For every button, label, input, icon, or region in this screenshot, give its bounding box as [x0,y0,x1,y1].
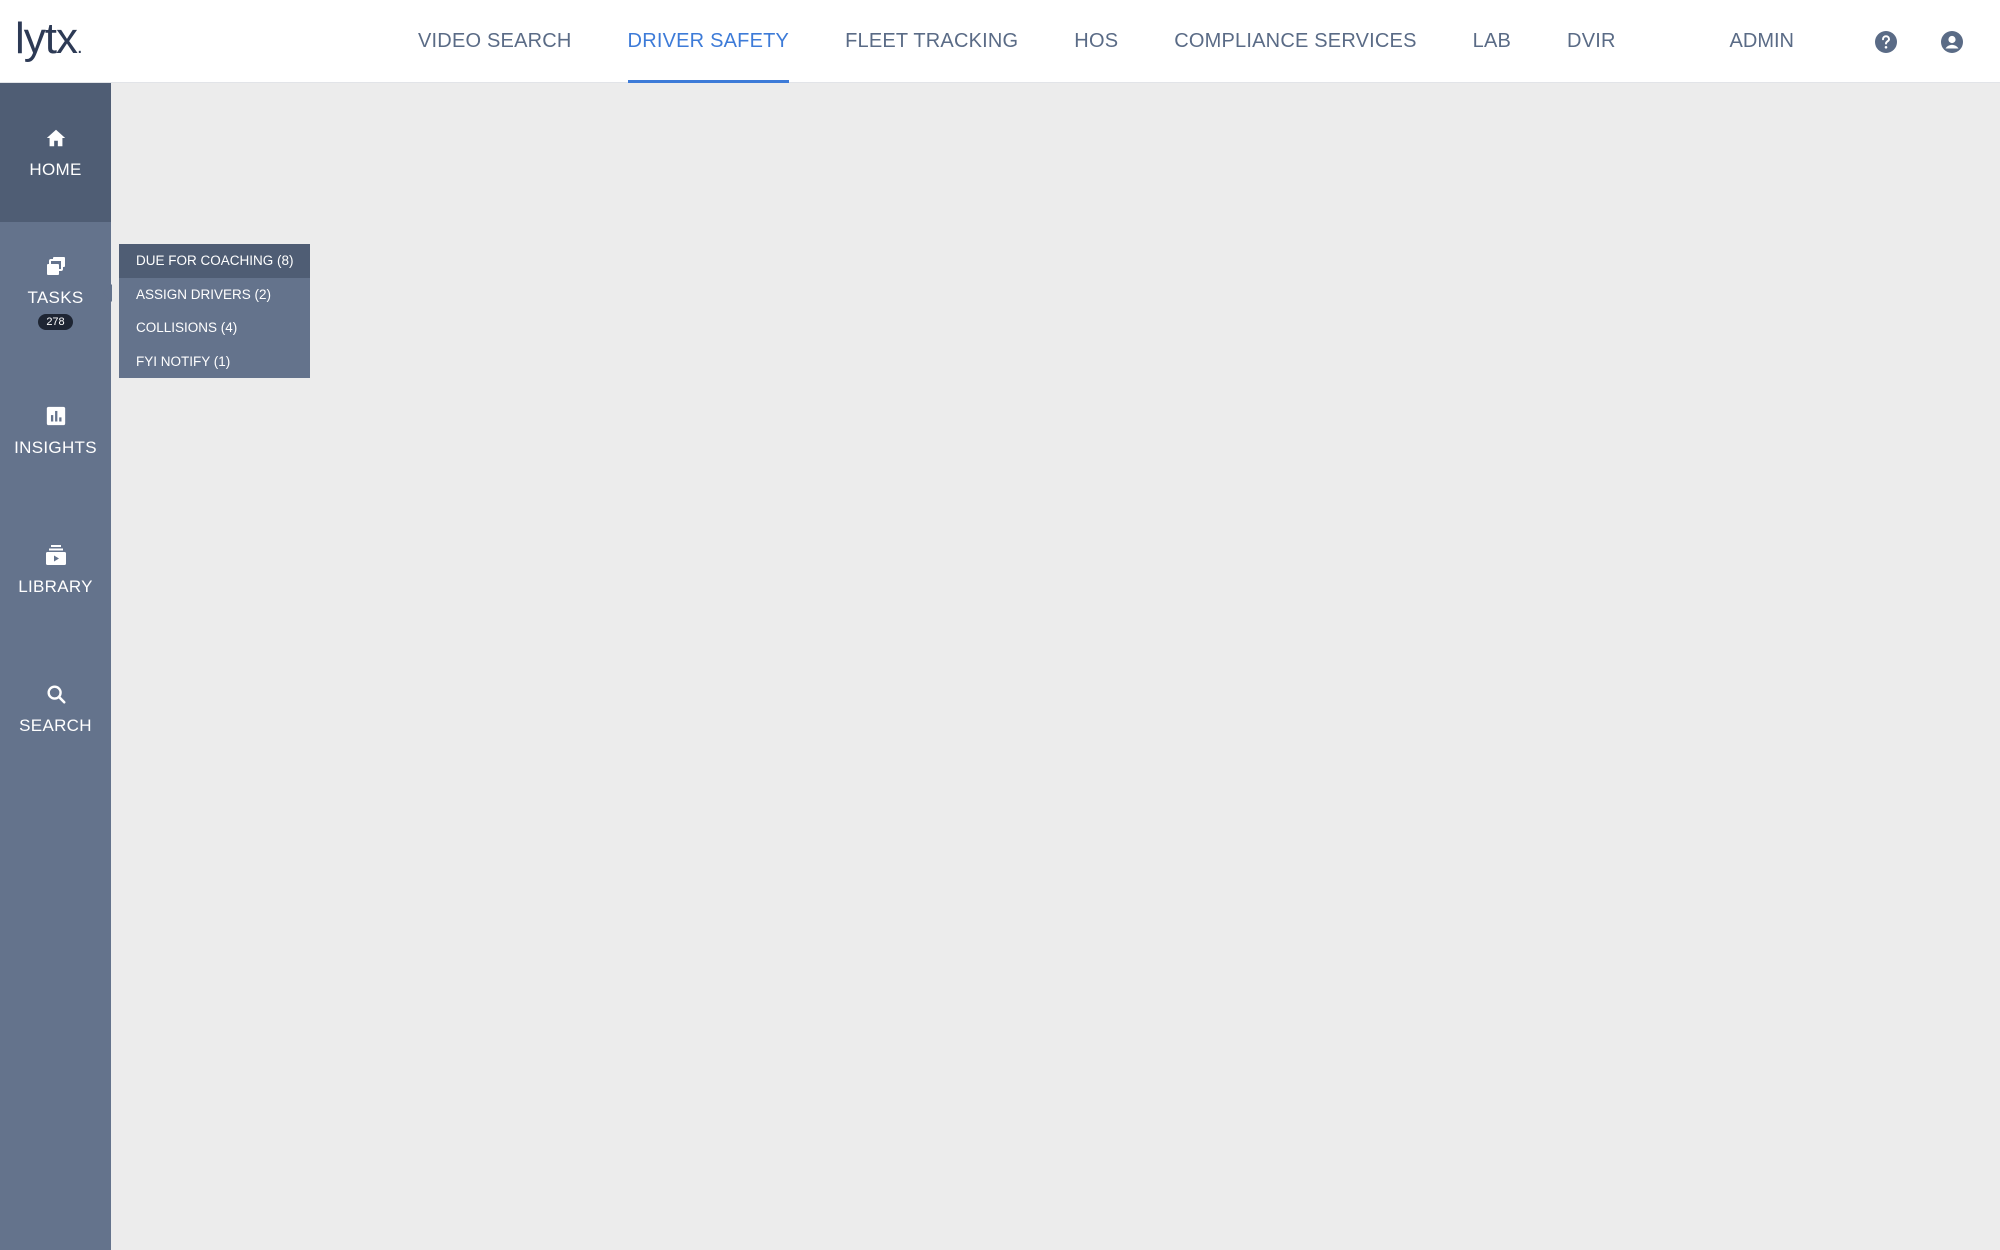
nav-hos[interactable]: HOS [1074,0,1118,83]
lytx-logo[interactable]: lytx. [15,14,82,64]
top-navigation: VIDEO SEARCH DRIVER SAFETY FLEET TRACKIN… [418,0,1672,83]
sidebar-item-label: LIBRARY [18,576,93,596]
sidebar-item-tasks[interactable]: TASKS 278 [0,222,112,361]
nav-compliance-services[interactable]: COMPLIANCE SERVICES [1174,0,1416,83]
home-icon [44,126,68,150]
header-tools: ADMIN [1730,0,1964,83]
sidebar-item-label: INSIGHTS [14,437,97,457]
insights-chart-icon [44,404,68,428]
sidebar-item-home[interactable]: HOME [0,83,111,222]
sidebar-item-label: SEARCH [19,715,92,735]
menu-item-assign-drivers[interactable]: ASSIGN DRIVERS (2) [119,278,310,312]
menu-item-collisions[interactable]: COLLISIONS (4) [119,311,310,345]
tasks-count-badge: 278 [38,313,73,330]
sidebar-item-search[interactable]: SEARCH [0,639,111,778]
sidebar-item-label: TASKS [27,287,84,307]
tasks-flyout-menu: DUE FOR COACHING (8) ASSIGN DRIVERS (2) … [119,244,310,378]
sidebar: HOME TASKS 278 INSIGHTS LIBRARY SEARCH [0,83,112,1250]
sidebar-item-insights[interactable]: INSIGHTS [0,361,111,500]
help-circle-icon[interactable] [1874,30,1898,54]
sidebar-item-label: HOME [29,159,82,179]
menu-item-fyi-notify[interactable]: FYI NOTIFY (1) [119,345,310,379]
flyout-pointer [103,284,112,302]
admin-link[interactable]: ADMIN [1730,30,1794,53]
tasks-icon [44,254,68,278]
nav-driver-safety[interactable]: DRIVER SAFETY [627,0,790,83]
menu-item-due-for-coaching[interactable]: DUE FOR COACHING (8) [119,244,310,278]
video-library-icon [44,543,68,567]
nav-dvir[interactable]: DVIR [1567,0,1616,83]
nav-fleet-tracking[interactable]: FLEET TRACKING [845,0,1018,83]
account-circle-icon[interactable] [1940,30,1964,54]
sidebar-item-library[interactable]: LIBRARY [0,500,111,639]
top-bar: lytx. VIDEO SEARCH DRIVER SAFETY FLEET T… [0,0,2000,83]
search-icon [44,682,68,706]
nav-video-search[interactable]: VIDEO SEARCH [418,0,572,83]
nav-lab[interactable]: LAB [1473,0,1511,83]
